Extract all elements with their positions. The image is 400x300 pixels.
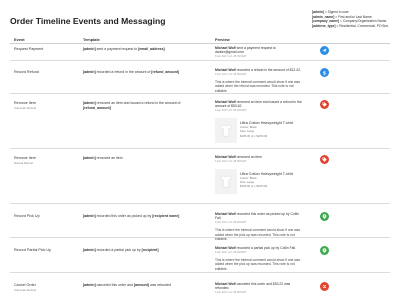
product-detail: $105.00 (1 x $105.00) [240, 133, 268, 138]
template-text: [admin] recorded a partial pick up by [r… [83, 248, 159, 252]
divider [10, 237, 390, 238]
event-name: Record Refund [14, 70, 39, 74]
event-name: Request Payment [14, 47, 44, 51]
tag-icon [320, 155, 329, 164]
send-icon [320, 46, 329, 55]
template-text: [admin] removed an item [83, 156, 123, 160]
event-name: Cancel Order [14, 283, 36, 287]
tag-icon [320, 100, 329, 109]
preview: Michael Wolf recorded a refund in the am… [215, 68, 305, 93]
event-name: Remove Item [14, 156, 36, 160]
internal-note: This is where the internal comment would… [215, 257, 301, 271]
timestamp: 6 Apr 2017 at 1:45 PM EDT [215, 159, 247, 163]
dollar-icon: $ [320, 68, 329, 77]
product-card: Ultra Cotton Heavyweight T-shirt Colour:… [215, 168, 305, 194]
event-subtype: Automatic Refund [14, 288, 37, 292]
divider [10, 93, 390, 94]
divider [10, 43, 390, 44]
internal-note: This is where the internal comment would… [215, 228, 301, 241]
internal-note: This is where the internal comment would… [215, 79, 301, 93]
event-subtype: Automatic Refund [14, 106, 37, 110]
template-text: [admin] canceled this order and [amount]… [83, 283, 171, 287]
cancel-icon [320, 282, 329, 291]
location-pin-icon [320, 212, 329, 221]
divider [10, 203, 390, 204]
timestamp: 6 Apr 2017 at 1:45 PM EDT [215, 55, 247, 59]
timestamp: 6 Apr 2017 at 1:45 PM EDT [215, 109, 247, 113]
product-card: Ultra Cotton Heavyweight T-shirt Colour:… [215, 118, 305, 144]
svg-text:$: $ [323, 70, 326, 75]
variable-legend: [admin] = Signed in user [admin_name] = … [312, 10, 388, 29]
location-pin-icon [320, 246, 329, 255]
preview: Michael Wolf recorded a partial pick up … [215, 246, 305, 271]
event-subtype: Manual Refund [14, 161, 33, 165]
column-header-preview: Preview [215, 37, 230, 42]
column-header-event: Event [14, 37, 25, 42]
timestamp: 6 Apr 2017 at 1:45 PM EDT [215, 291, 247, 295]
template-text: [admin] recorded this order as picked up… [83, 214, 180, 218]
divider [10, 60, 390, 61]
template-text: [admin] sent a payment request to [email… [83, 47, 165, 51]
preview: Michael Wolf canceled this order and $53… [215, 282, 305, 294]
timestamp: 6 Apr 2017 at 1:45 PM EDT [215, 250, 247, 254]
column-header-template: Template [83, 37, 100, 42]
event-name: Record Pick Up [14, 214, 40, 218]
event-name: Record Partial Pick Up [14, 248, 52, 252]
divider [10, 272, 390, 273]
template-text: [admin] removed an item and issued a ref… [83, 101, 181, 110]
event-name: Remove Item [14, 101, 36, 105]
preview: Michael Wolf sent a payment request to d… [215, 46, 305, 58]
page-title: Order Timeline Events and Messaging [10, 16, 166, 26]
legend-row: [address_type] = Residential, Commercial… [312, 24, 389, 29]
timestamp: 6 Apr 2017 at 1:45 PM EDT [215, 72, 247, 76]
product-image [215, 118, 237, 144]
template-text: [admin] recorded a refund in the amount … [83, 70, 180, 74]
product-image [215, 168, 237, 194]
timestamp: 6 Apr 2017 at 1:45 PM EDT [215, 221, 247, 225]
product-detail: $105.00 (1 x $105.00) [240, 184, 268, 189]
preview: Michael Wolf removed an item and issued … [215, 100, 305, 144]
preview: Michael Wolf removed an item 6 Apr 2017 … [215, 155, 305, 194]
divider [10, 148, 390, 149]
